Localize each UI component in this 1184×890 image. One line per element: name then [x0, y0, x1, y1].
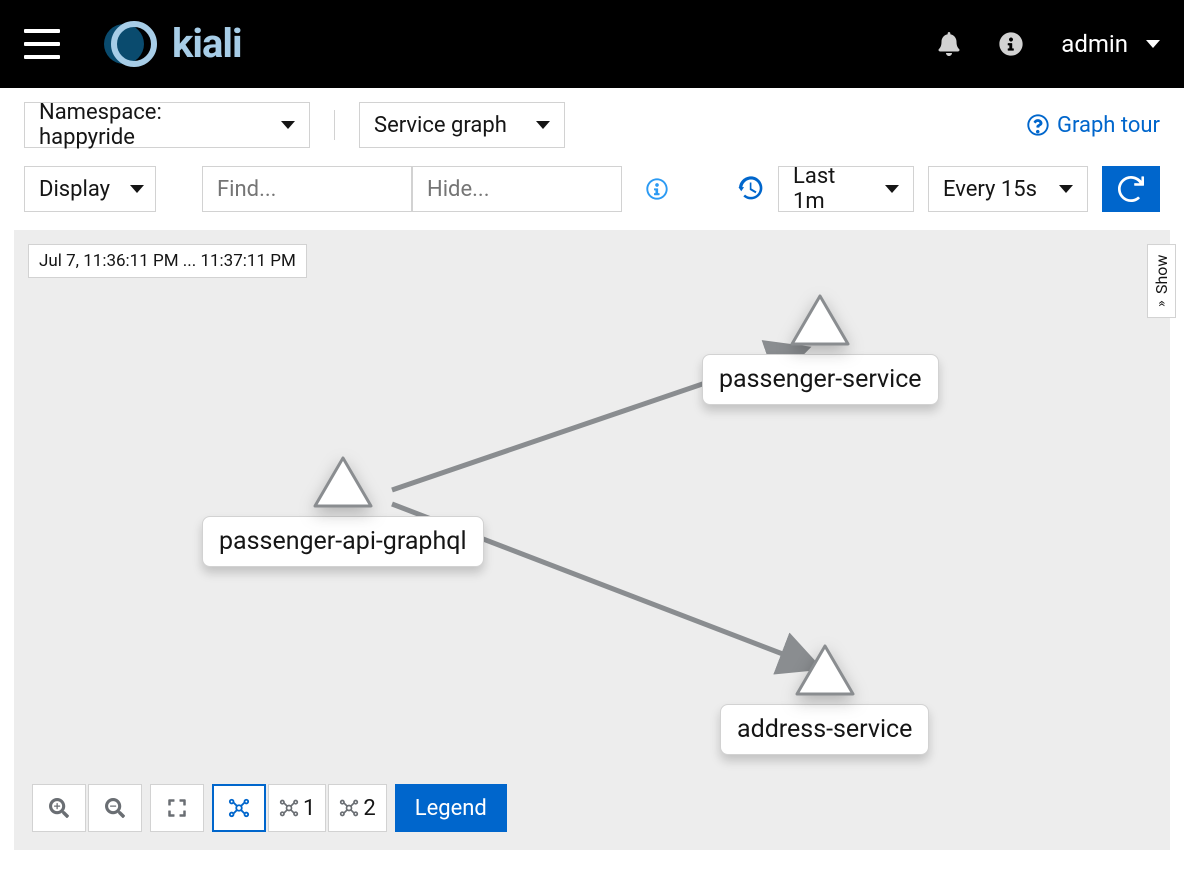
refresh-interval-label: Every 15s	[943, 177, 1037, 202]
find-input[interactable]	[202, 166, 412, 212]
refresh-button[interactable]	[1102, 166, 1160, 212]
caret-down-icon	[885, 185, 899, 193]
show-label: Show	[1152, 255, 1171, 294]
hide-input[interactable]	[412, 166, 622, 212]
display-dropdown[interactable]: Display	[24, 166, 156, 212]
layout-1-button[interactable]: 1	[268, 784, 326, 832]
brand-text: kiali	[172, 24, 242, 64]
hide-field[interactable]	[427, 177, 607, 202]
graph-type-label: Service graph	[374, 113, 507, 138]
graph-controls: 1 2 Legend	[32, 784, 507, 832]
service-node-label: passenger-service	[702, 354, 939, 405]
service-node-passenger-service[interactable]: passenger-service	[702, 292, 939, 405]
legend-button[interactable]: Legend	[395, 784, 507, 832]
topology-icon	[228, 797, 250, 819]
topology-icon	[279, 798, 299, 818]
divider	[334, 110, 335, 140]
user-menu[interactable]: admin	[1061, 30, 1160, 58]
service-node-source[interactable]: passenger-api-graphql	[202, 454, 484, 567]
layout-default-button[interactable]	[212, 784, 266, 832]
history-icon[interactable]	[738, 176, 764, 202]
chevrons-icon: »	[1154, 300, 1170, 307]
question-circle-icon	[1027, 114, 1049, 136]
time-range-dropdown[interactable]: Last 1m	[778, 166, 914, 212]
graph-tour-link[interactable]: Graph tour	[1027, 113, 1160, 138]
caret-down-icon	[1146, 40, 1160, 48]
legend-label: Legend	[415, 796, 487, 821]
time-range-label: Last 1m	[793, 164, 865, 214]
bell-icon[interactable]	[937, 32, 961, 56]
caret-down-icon	[536, 121, 550, 129]
hamburger-icon[interactable]	[24, 29, 60, 59]
graph-canvas[interactable]: Jul 7, 11:36:11 PM ... 11:37:11 PM » Sho…	[14, 230, 1170, 850]
caret-down-icon	[281, 121, 295, 129]
zoom-out-icon	[105, 798, 125, 818]
expand-icon	[167, 798, 187, 818]
show-side-panel-toggle[interactable]: » Show	[1147, 244, 1176, 318]
caret-down-icon	[1059, 185, 1073, 193]
graph-type-dropdown[interactable]: Service graph	[359, 102, 565, 148]
time-range-badge: Jul 7, 11:36:11 PM ... 11:37:11 PM	[28, 244, 307, 278]
user-name: admin	[1061, 30, 1128, 58]
display-label: Display	[39, 177, 110, 202]
namespace-label: Namespace: happyride	[39, 100, 261, 150]
zoom-in-icon	[49, 798, 69, 818]
zoom-out-button[interactable]	[88, 784, 142, 832]
kiali-logo-icon	[104, 17, 158, 71]
refresh-interval-dropdown[interactable]: Every 15s	[928, 166, 1088, 212]
topology-icon	[339, 798, 359, 818]
layout-2-button[interactable]: 2	[328, 784, 386, 832]
graph-edges	[14, 230, 1170, 850]
refresh-icon	[1118, 176, 1144, 202]
service-node-label: address-service	[720, 704, 929, 755]
help-icon[interactable]	[999, 32, 1023, 56]
info-circle-icon[interactable]	[646, 178, 668, 200]
graph-tour-text: Graph tour	[1057, 113, 1160, 138]
layout-2-label: 2	[363, 796, 375, 821]
find-field[interactable]	[217, 177, 397, 202]
fit-to-screen-button[interactable]	[150, 784, 204, 832]
brand-logo: kiali	[104, 17, 242, 71]
namespace-dropdown[interactable]: Namespace: happyride	[24, 102, 310, 148]
masthead: kiali admin	[0, 0, 1184, 88]
service-node-address-service[interactable]: address-service	[720, 642, 929, 755]
caret-down-icon	[130, 185, 144, 193]
service-node-label: passenger-api-graphql	[202, 516, 484, 567]
zoom-in-button[interactable]	[32, 784, 86, 832]
layout-1-label: 1	[303, 796, 315, 821]
